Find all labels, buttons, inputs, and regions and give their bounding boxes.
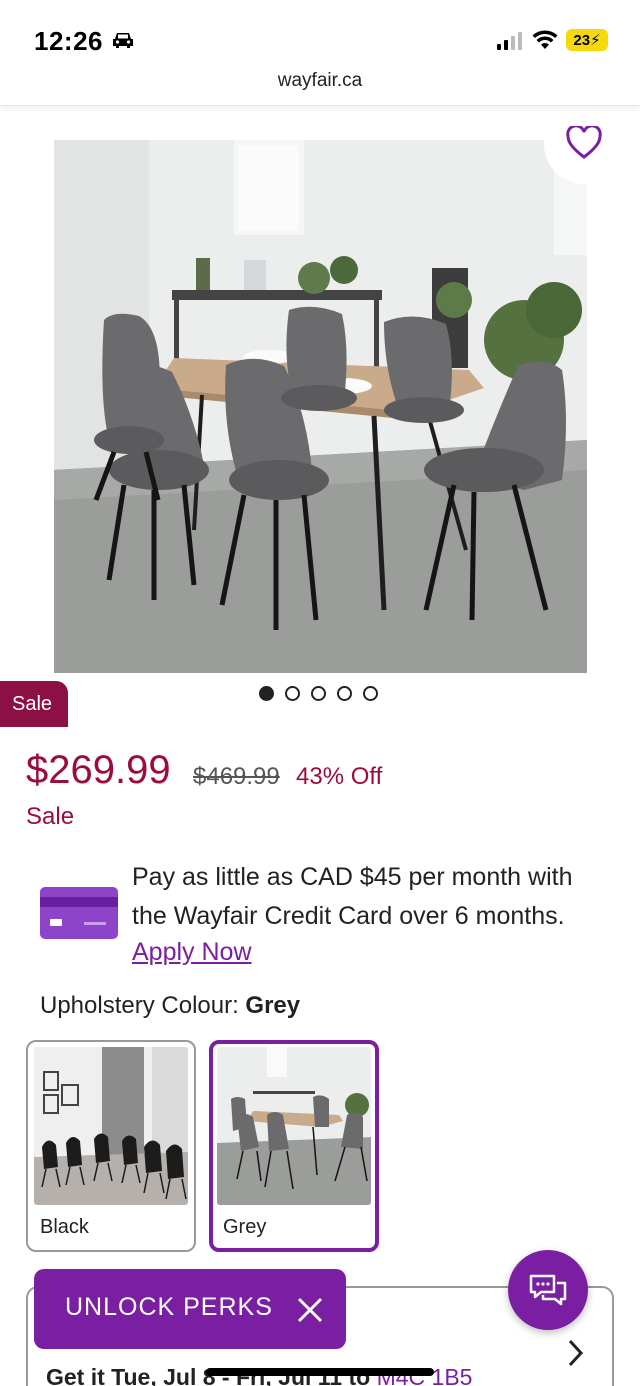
original-price: $469.99 [193, 763, 280, 790]
apply-now-link[interactable]: Apply Now [132, 938, 252, 967]
discount-percent: 43% Off [296, 763, 383, 790]
heart-icon[interactable] [566, 126, 602, 160]
carousel-dot[interactable] [311, 686, 326, 701]
cellular-signal-icon [497, 32, 522, 50]
carousel-dot[interactable] [285, 686, 300, 701]
swatch-black-image [34, 1047, 188, 1205]
url-bar[interactable]: wayfair.ca [0, 64, 640, 106]
chevron-right-icon[interactable] [564, 1337, 586, 1369]
charging-icon: ⚡ [590, 32, 601, 49]
sale-price: $269.99 [26, 748, 171, 792]
battery-indicator: 23 ⚡ [566, 29, 608, 51]
carousel-dot[interactable] [259, 686, 274, 701]
status-bar: 12:26 23 ⚡ [0, 0, 640, 62]
car-icon [113, 33, 133, 48]
swatch-grey-image [217, 1047, 371, 1205]
swatch-grey-label: Grey [223, 1216, 267, 1238]
swatch-grey[interactable]: Grey [209, 1040, 379, 1252]
selected-option: Grey [245, 992, 301, 1019]
close-icon[interactable] [297, 1297, 323, 1323]
battery-level: 23 [573, 31, 591, 49]
swatch-black[interactable]: Black [26, 1040, 196, 1252]
upholstery-colour-label: Upholstery Colour: Grey [40, 992, 300, 1020]
wifi-icon [532, 30, 558, 49]
option-name: Upholstery Colour: [40, 992, 246, 1019]
carousel-dot[interactable] [337, 686, 352, 701]
product-image[interactable] [54, 140, 587, 673]
chat-icon [529, 1274, 567, 1306]
home-indicator [206, 1368, 434, 1376]
swatch-black-label: Black [40, 1216, 89, 1238]
chat-button[interactable] [508, 1250, 588, 1330]
unlock-perks-label: UNLOCK PERKS [65, 1293, 273, 1321]
sale-badge: Sale [0, 681, 68, 727]
status-time: 12:26 [34, 26, 103, 56]
unlock-perks-banner[interactable]: UNLOCK PERKS [34, 1269, 346, 1349]
image-carousel-dots [259, 686, 378, 701]
carousel-dot[interactable] [363, 686, 378, 701]
sale-label: Sale [26, 803, 75, 830]
credit-card-icon [40, 887, 118, 939]
credit-promo-text: Pay as little as CAD $45 per month with … [132, 863, 573, 930]
